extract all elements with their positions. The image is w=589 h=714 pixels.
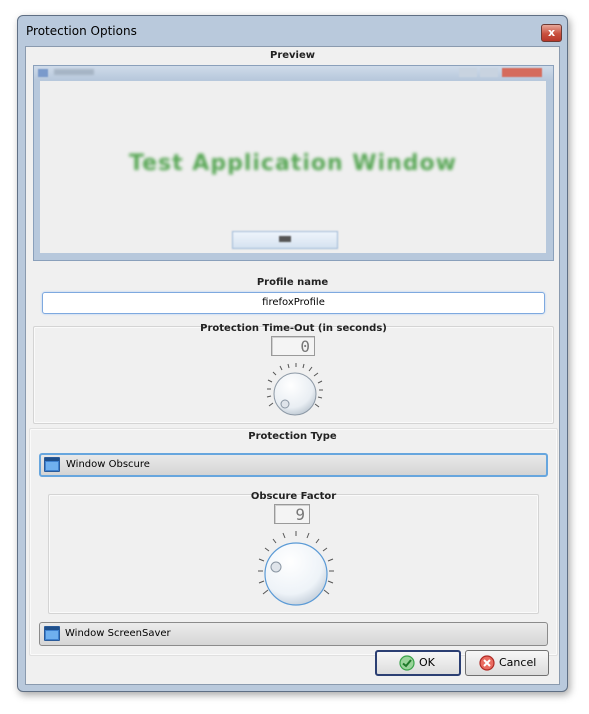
preview-pane: Test Application Window — [33, 65, 554, 261]
protection-type-label: Protection Type — [248, 431, 337, 442]
ok-button[interactable]: OK — [375, 650, 461, 676]
window-icon — [44, 626, 60, 641]
preview-window-body: Test Application Window — [40, 81, 546, 253]
preview-maximize-icon — [480, 68, 498, 77]
timeout-knob-graphic — [266, 363, 323, 416]
obscure-factor-knob[interactable] — [254, 526, 338, 612]
window-screensaver-label: Window ScreenSaver — [65, 628, 171, 639]
obscure-factor-group: Obscure Factor 9 — [48, 491, 539, 614]
preview-window-heading: Test Application Window — [129, 151, 457, 176]
preview-window-titlebar — [34, 66, 553, 80]
obscure-factor-knob-graphic — [258, 531, 334, 606]
close-button[interactable]: x — [541, 24, 562, 42]
obscure-factor-label: Obscure Factor — [250, 491, 337, 502]
preview-button-label-blur — [279, 236, 291, 242]
timeout-group: Protection Time-Out (in seconds) 0 — [33, 323, 554, 424]
preview-window-title-blur — [54, 69, 94, 75]
protection-options-window: Protection Options x Preview Test Applic… — [17, 15, 568, 692]
window-obscure-button[interactable]: Window Obscure — [39, 453, 548, 477]
preview-window-button — [232, 231, 338, 249]
preview-minimize-icon — [459, 68, 477, 77]
cancel-icon — [479, 655, 495, 674]
timeout-label: Protection Time-Out (in seconds) — [200, 323, 387, 334]
obscure-factor-display: 9 — [274, 504, 310, 524]
profile-name-label: Profile name — [256, 277, 329, 288]
title-bar: Protection Options x — [18, 16, 567, 46]
profile-name-input[interactable]: firefoxProfile — [42, 292, 545, 314]
preview-window-icon — [38, 69, 48, 77]
timeout-knob[interactable] — [262, 359, 326, 419]
window-screensaver-button[interactable]: Window ScreenSaver — [39, 622, 548, 646]
timeout-display: 0 — [271, 336, 315, 356]
cancel-label: Cancel — [499, 656, 537, 669]
window-icon — [44, 457, 60, 472]
ok-label: OK — [419, 656, 435, 669]
preview-close-icon — [502, 68, 542, 77]
dialog-client-area: Preview Test Application Window Profile … — [25, 46, 560, 685]
window-title: Protection Options — [26, 24, 137, 38]
window-obscure-label: Window Obscure — [66, 459, 150, 470]
cancel-button[interactable]: Cancel — [465, 650, 549, 676]
check-icon — [399, 655, 415, 674]
preview-label: Preview — [269, 50, 315, 61]
